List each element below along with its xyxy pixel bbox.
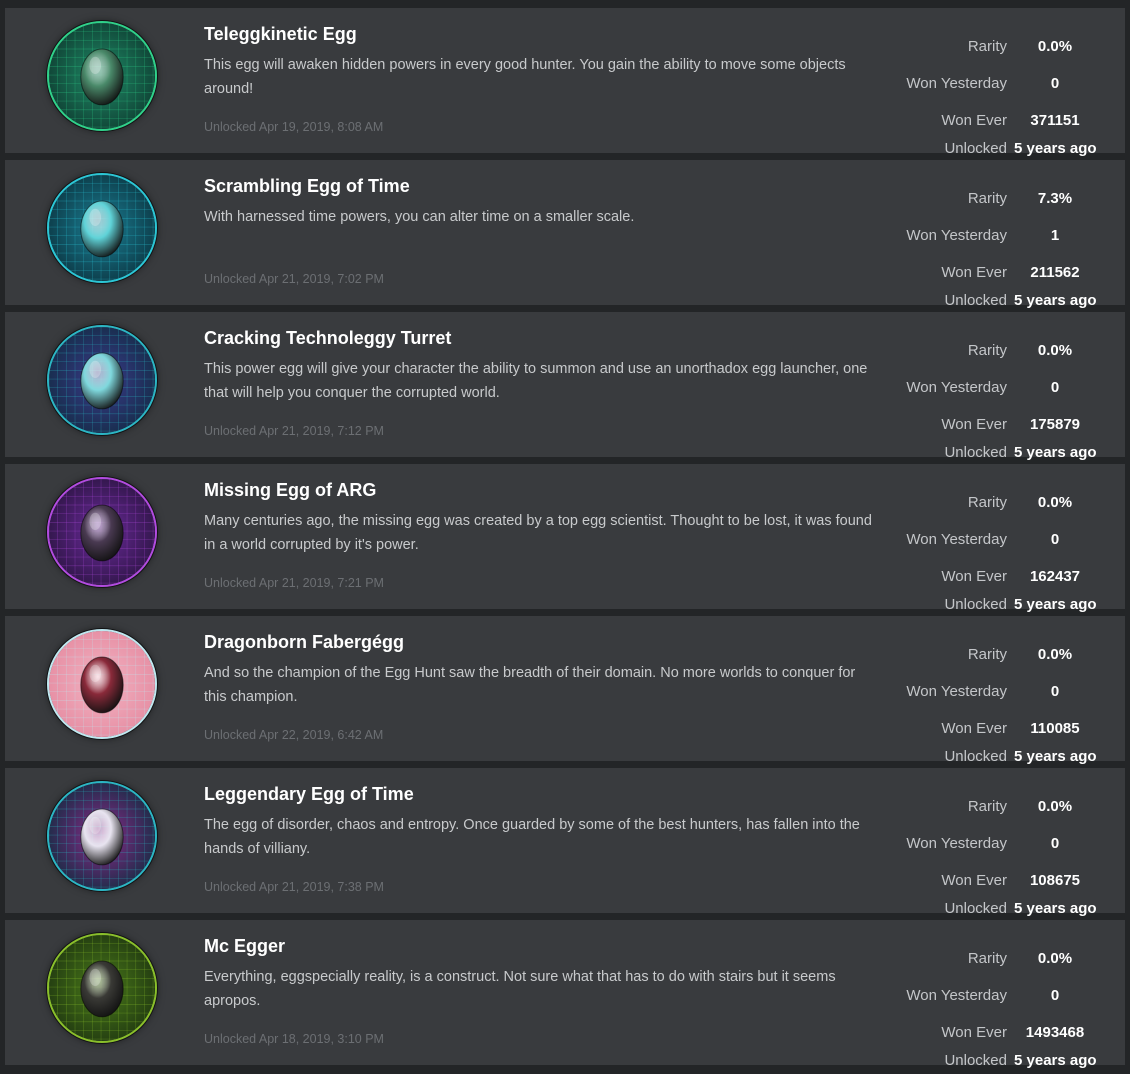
mc-egger-icon: [47, 933, 157, 1043]
won-yesterday-value: 0: [1050, 835, 1060, 852]
leggendary-egg-of-time-icon: [47, 781, 157, 891]
rarity-label: Rarity: [967, 798, 1007, 815]
badge-unlocked-date: Unlocked Apr 21, 2019, 7:38 PM: [204, 880, 384, 894]
won-ever-value: 108675: [1029, 872, 1081, 889]
won-yesterday-value: 0: [1050, 531, 1060, 548]
rarity-label: Rarity: [967, 38, 1007, 55]
rarity-value: 0.0%: [1037, 798, 1073, 815]
badge-description: This power egg will give your character …: [204, 361, 868, 401]
badge-title: Teleggkinetic Egg: [204, 24, 357, 44]
won-yesterday-value: 1: [1050, 227, 1060, 244]
missing-egg-of-arg-icon: [47, 477, 157, 587]
won-yesterday-label: Won Yesterday: [906, 835, 1007, 852]
won-ever-label: Won Ever: [941, 872, 1007, 889]
badge-description: With harnessed time powers, you can alte…: [204, 209, 635, 225]
badge-unlocked-date: Unlocked Apr 22, 2019, 6:42 AM: [204, 728, 384, 742]
badge-unlocked-date: Unlocked Apr 21, 2019, 7:21 PM: [204, 576, 384, 590]
won-yesterday-label: Won Yesterday: [906, 683, 1007, 700]
badge-card: Leggendary Egg of Time The egg of disorde…: [5, 768, 1125, 917]
won-ever-label: Won Ever: [941, 720, 1007, 737]
rarity-label: Rarity: [967, 646, 1007, 663]
scrambling-egg-of-time-icon: [47, 173, 157, 283]
unlocked-ago-value: 5 years ago: [1014, 1052, 1097, 1069]
unlocked-ago-value: 5 years ago: [1014, 444, 1097, 461]
badge-title: Mc Egger: [204, 936, 286, 956]
won-ever-value: 371151: [1030, 112, 1080, 129]
unlocked-label: Unlocked: [944, 900, 1007, 917]
rarity-value: 0.0%: [1037, 342, 1073, 359]
unlocked-ago-value: 5 years ago: [1014, 140, 1097, 157]
rarity-label: Rarity: [967, 342, 1007, 359]
rarity-value: 0.0%: [1037, 950, 1073, 967]
unlocked-ago-value: 5 years ago: [1014, 596, 1097, 613]
won-ever-value: 175879: [1029, 416, 1081, 433]
won-ever-value: 110085: [1030, 720, 1080, 737]
badge-title: Leggendary Egg of Time: [204, 784, 414, 804]
won-ever-label: Won Ever: [941, 568, 1007, 585]
rarity-label: Rarity: [967, 494, 1007, 511]
badge-description: The egg of disorder, chaos and entropy. …: [204, 817, 860, 857]
dragonborn-fabergegg-icon: [47, 629, 157, 739]
unlocked-label: Unlocked: [944, 1052, 1007, 1069]
unlocked-ago-value: 5 years ago: [1014, 748, 1097, 765]
badge-title: Missing Egg of ARG: [204, 480, 377, 500]
unlocked-label: Unlocked: [944, 748, 1007, 765]
badge-card: Mc Egger Everything, eggspecially reality…: [5, 920, 1125, 1069]
unlocked-label: Unlocked: [944, 140, 1007, 157]
won-ever-label: Won Ever: [941, 416, 1007, 433]
badge-card: Teleggkinetic Egg This egg will awaken hi…: [5, 8, 1125, 157]
unlocked-label: Unlocked: [944, 292, 1007, 309]
won-yesterday-label: Won Yesterday: [906, 227, 1007, 244]
won-ever-label: Won Ever: [941, 112, 1007, 129]
won-yesterday-value: 0: [1050, 75, 1060, 92]
badge-description: This egg will awaken hidden powers in ev…: [204, 57, 846, 97]
won-yesterday-value: 0: [1050, 683, 1060, 700]
rarity-value: 0.0%: [1037, 38, 1073, 55]
badge-list: Teleggkinetic Egg This egg will awaken hi…: [0, 0, 1130, 1074]
unlocked-label: Unlocked: [944, 444, 1007, 461]
rarity-value: 0.0%: [1037, 494, 1073, 511]
won-ever-label: Won Ever: [941, 264, 1007, 281]
badge-description: Many centuries ago, the missing egg was …: [204, 513, 872, 553]
badge-description: And so the champion of the Egg Hunt saw …: [204, 665, 856, 705]
rarity-value: 0.0%: [1037, 646, 1073, 663]
won-yesterday-label: Won Yesterday: [906, 379, 1007, 396]
unlocked-label: Unlocked: [944, 596, 1007, 613]
won-yesterday-label: Won Yesterday: [906, 987, 1007, 1004]
badge-unlocked-date: Unlocked Apr 18, 2019, 3:10 PM: [204, 1032, 384, 1046]
won-ever-label: Won Ever: [941, 1024, 1007, 1041]
badge-card: Scrambling Egg of Time With harnessed tim…: [5, 160, 1125, 309]
badge-unlocked-date: Unlocked Apr 21, 2019, 7:12 PM: [204, 424, 384, 438]
rarity-label: Rarity: [967, 950, 1007, 967]
badge-title: Scrambling Egg of Time: [204, 176, 410, 196]
won-ever-value: 211562: [1030, 264, 1080, 281]
badge-unlocked-date: Unlocked Apr 19, 2019, 8:08 AM: [204, 120, 384, 134]
badge-title: Dragonborn Fabergégg: [204, 632, 405, 652]
won-yesterday-value: 0: [1050, 379, 1060, 396]
badge-card: Missing Egg of ARG Many centuries ago, th…: [5, 464, 1125, 613]
won-yesterday-label: Won Yesterday: [906, 531, 1007, 548]
teleggkinetic-egg-icon: [47, 21, 157, 131]
rarity-value: 7.3%: [1037, 190, 1073, 207]
unlocked-ago-value: 5 years ago: [1014, 292, 1097, 309]
badge-card: Cracking Technoleggy Turret This power eg…: [5, 312, 1125, 461]
won-ever-value: 1493468: [1025, 1024, 1085, 1041]
badge-title: Cracking Technoleggy Turret: [204, 328, 452, 348]
cracking-technoleggy-turret-icon: [47, 325, 157, 435]
won-ever-value: 162437: [1029, 568, 1081, 585]
won-yesterday-label: Won Yesterday: [906, 75, 1007, 92]
unlocked-ago-value: 5 years ago: [1014, 900, 1097, 917]
won-yesterday-value: 0: [1050, 987, 1060, 1004]
badge-description: Everything, eggspecially reality, is a c…: [204, 969, 836, 1009]
badge-card: Dragonborn Fabergégg And so the champion …: [5, 616, 1125, 765]
rarity-label: Rarity: [967, 190, 1007, 207]
badge-unlocked-date: Unlocked Apr 21, 2019, 7:02 PM: [204, 272, 384, 286]
